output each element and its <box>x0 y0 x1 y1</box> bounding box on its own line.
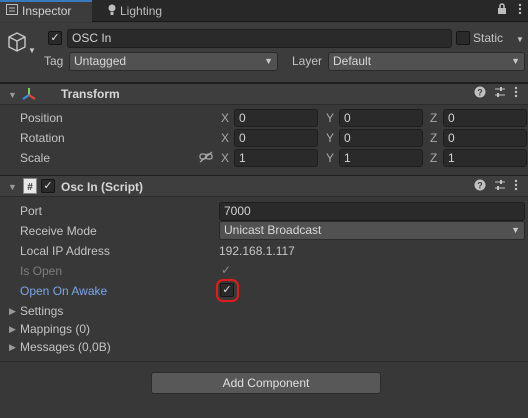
rotation-y-field[interactable]: 0 <box>339 129 423 147</box>
icon-dropdown-arrow-icon[interactable]: ▼ <box>28 46 36 55</box>
tag-value: Untagged <box>74 54 127 68</box>
layer-dropdown[interactable]: Default ▼ <box>328 52 525 71</box>
scale-z-label[interactable]: Z <box>430 151 437 165</box>
scale-label: Scale <box>20 151 51 165</box>
mappings-foldout-icon[interactable]: ▶ <box>9 324 16 335</box>
help-icon[interactable]: ? <box>474 179 486 194</box>
position-y-label[interactable]: Y <box>326 111 334 125</box>
add-component-button[interactable]: Add Component <box>151 372 381 394</box>
position-y-field[interactable]: 0 <box>339 109 423 127</box>
script-file-icon: # <box>23 178 37 197</box>
local-ip-label: Local IP Address <box>20 244 110 258</box>
layer-value: Default <box>333 54 372 68</box>
tab-bar: Inspector Lighting <box>0 0 528 22</box>
settings-foldout[interactable]: Settings <box>20 304 63 318</box>
position-z-field[interactable]: 0 <box>443 109 527 127</box>
port-field[interactable]: 7000 <box>219 202 525 221</box>
layer-label: Layer <box>292 54 323 68</box>
scale-z-field[interactable]: 1 <box>443 149 527 167</box>
transform-icon <box>21 86 37 105</box>
transform-title: Transform <box>61 87 120 101</box>
transform-foldout-icon[interactable]: ▼ <box>8 90 17 100</box>
active-checkbox[interactable]: ✓ <box>48 31 62 45</box>
chevron-down-icon: ▼ <box>511 56 520 66</box>
rotation-label: Rotation <box>20 131 65 145</box>
scale-y-label[interactable]: Y <box>326 151 334 165</box>
kebab-menu-icon[interactable] <box>518 3 522 18</box>
rotation-z-label[interactable]: Z <box>430 131 437 145</box>
svg-text:?: ? <box>477 88 483 98</box>
position-z-label[interactable]: Z <box>430 111 437 125</box>
static-checkbox[interactable] <box>456 31 470 45</box>
component-menu-icon[interactable] <box>514 179 518 194</box>
static-label: Static <box>473 31 504 45</box>
rotation-z-field[interactable]: 0 <box>443 129 527 147</box>
tag-dropdown[interactable]: Untagged ▼ <box>69 52 278 71</box>
messages-foldout[interactable]: Messages (0,0B) <box>20 340 111 354</box>
presets-icon[interactable] <box>494 86 506 101</box>
receive-mode-value: Unicast Broadcast <box>224 223 322 237</box>
static-dropdown-arrow-icon[interactable]: ▼ <box>516 35 524 44</box>
chevron-down-icon: ▼ <box>264 56 273 66</box>
tab-lighting-label: Lighting <box>120 4 163 18</box>
local-ip-value: 192.168.1.117 <box>219 244 295 258</box>
mappings-foldout[interactable]: Mappings (0) <box>20 322 90 336</box>
position-x-field[interactable]: 0 <box>234 109 318 127</box>
svg-text:#: # <box>27 182 33 193</box>
port-label: Port <box>20 204 43 218</box>
lightbulb-icon <box>108 0 116 22</box>
tab-inspector[interactable]: Inspector <box>0 0 92 22</box>
receive-mode-label: Receive Mode <box>20 224 97 238</box>
rotation-y-label[interactable]: Y <box>326 131 334 145</box>
divider <box>0 361 528 362</box>
scale-x-field[interactable]: 1 <box>234 149 318 167</box>
messages-foldout-icon[interactable]: ▶ <box>9 342 16 353</box>
settings-foldout-icon[interactable]: ▶ <box>9 306 16 317</box>
open-on-awake-checkbox[interactable]: ✓ <box>220 283 234 297</box>
script-foldout-icon[interactable]: ▼ <box>8 182 17 192</box>
script-enabled-checkbox[interactable]: ✓ <box>41 179 55 193</box>
svg-text:?: ? <box>477 181 483 191</box>
inspector-icon <box>6 2 18 21</box>
scale-x-label[interactable]: X <box>221 151 229 165</box>
help-icon[interactable]: ? <box>474 86 486 101</box>
scale-y-field[interactable]: 1 <box>339 149 423 167</box>
receive-mode-dropdown[interactable]: Unicast Broadcast ▼ <box>219 221 525 240</box>
tab-inspector-label: Inspector <box>22 4 72 18</box>
open-on-awake-label: Open On Awake <box>20 284 108 298</box>
rotation-x-label[interactable]: X <box>221 131 229 145</box>
is-open-checkmark-icon: ✓ <box>221 263 232 277</box>
lock-icon[interactable] <box>497 3 518 18</box>
script-title: Osc In (Script) <box>61 180 144 194</box>
constrain-proportions-icon[interactable] <box>199 151 213 166</box>
window-controls <box>497 3 522 18</box>
position-label: Position <box>20 111 63 125</box>
presets-icon[interactable] <box>494 179 506 194</box>
rotation-x-field[interactable]: 0 <box>234 129 318 147</box>
is-open-label: Is Open <box>20 264 63 278</box>
chevron-down-icon: ▼ <box>511 225 520 235</box>
position-x-label[interactable]: X <box>221 111 229 125</box>
name-field[interactable]: OSC In <box>67 29 452 48</box>
component-menu-icon[interactable] <box>514 86 518 101</box>
tab-lighting[interactable]: Lighting <box>102 0 182 22</box>
tag-label: Tag <box>44 54 64 68</box>
